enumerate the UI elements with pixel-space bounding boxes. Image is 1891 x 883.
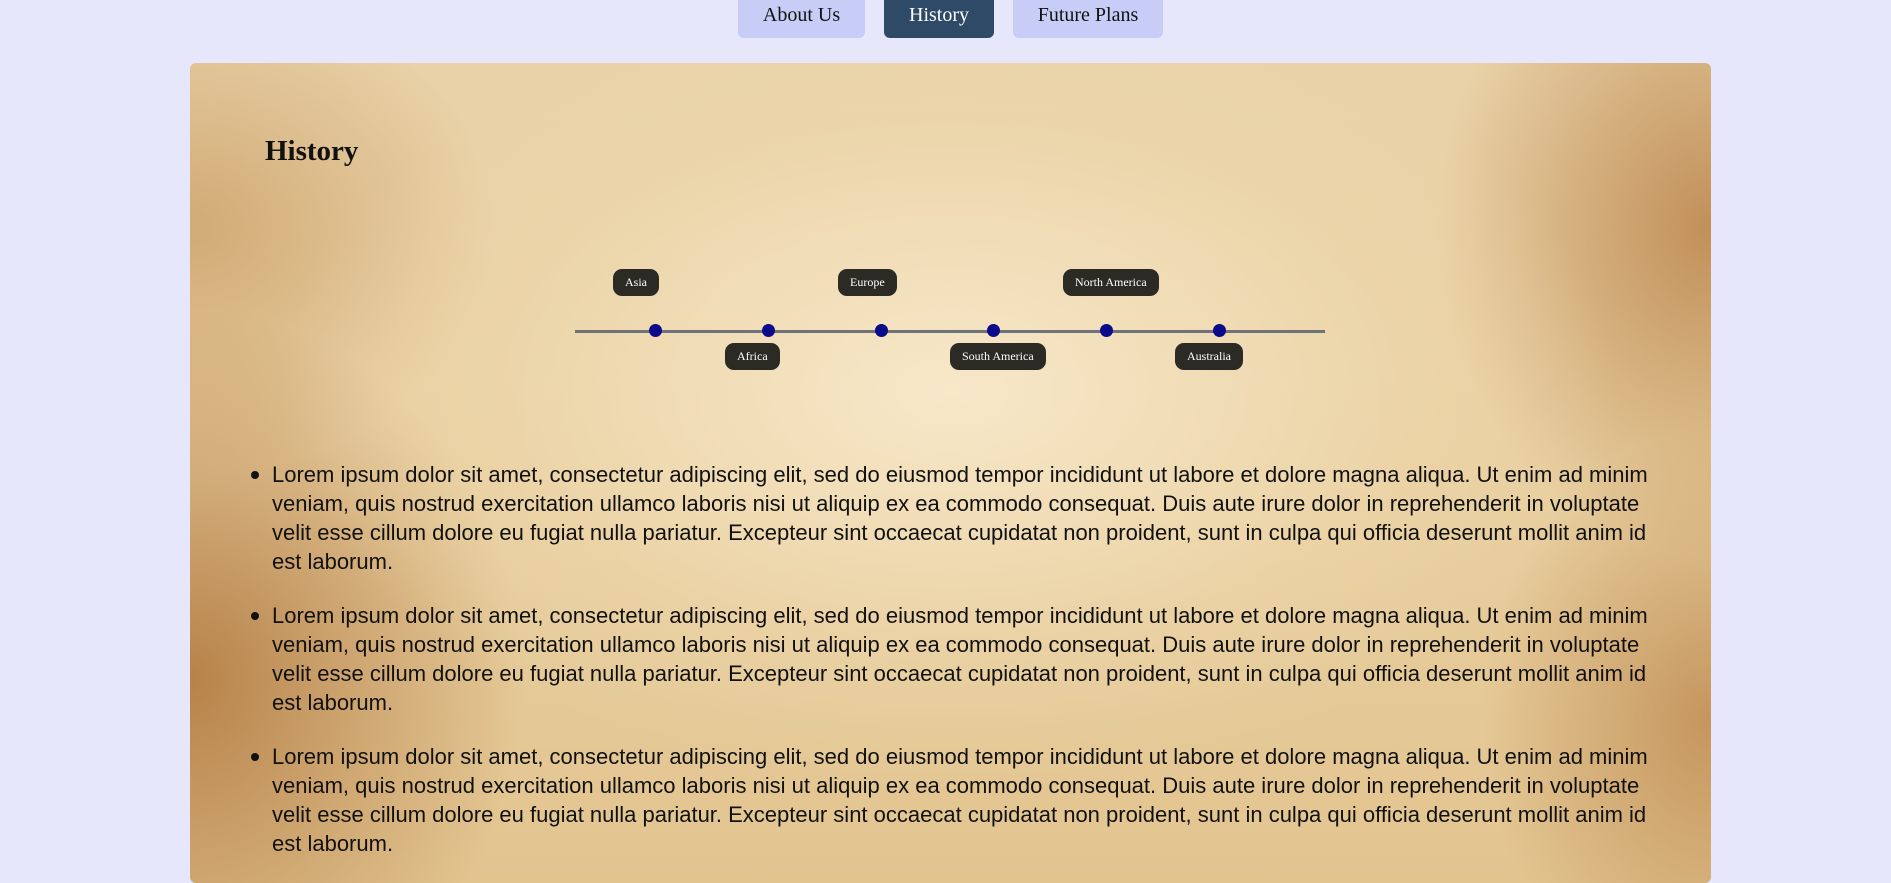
- timeline-dot-south-america[interactable]: [987, 324, 1000, 337]
- tab-history[interactable]: History: [884, 0, 994, 38]
- page-title: History: [265, 135, 359, 167]
- timeline-dot-australia[interactable]: [1213, 324, 1226, 337]
- list-item-text: Lorem ipsum dolor sit amet, consectetur …: [272, 462, 1648, 574]
- bullet-icon: [251, 612, 259, 620]
- timeline: Asia Africa Europe South America North A…: [575, 223, 1325, 383]
- top-nav: About Us History Future Plans: [0, 0, 1891, 40]
- timeline-label-australia: Australia: [1175, 343, 1243, 370]
- list-item: Lorem ipsum dolor sit amet, consectetur …: [251, 460, 1652, 576]
- list-item: Lorem ipsum dolor sit amet, consectetur …: [251, 742, 1652, 858]
- timeline-label-europe: Europe: [838, 269, 897, 296]
- timeline-dot-africa[interactable]: [762, 324, 775, 337]
- list-item-text: Lorem ipsum dolor sit amet, consectetur …: [272, 603, 1648, 715]
- list-item: Lorem ipsum dolor sit amet, consectetur …: [251, 601, 1652, 717]
- list-item-text: Lorem ipsum dolor sit amet, consectetur …: [272, 744, 1648, 856]
- tab-about-us[interactable]: About Us: [738, 0, 865, 38]
- timeline-label-asia: Asia: [613, 269, 659, 296]
- timeline-label-africa: Africa: [725, 343, 780, 370]
- history-list: Lorem ipsum dolor sit amet, consectetur …: [251, 460, 1652, 883]
- timeline-dot-asia[interactable]: [649, 324, 662, 337]
- bullet-icon: [251, 753, 259, 761]
- timeline-label-north-america: North America: [1063, 269, 1159, 296]
- bullet-icon: [251, 471, 259, 479]
- tab-future-plans[interactable]: Future Plans: [1013, 0, 1163, 38]
- timeline-dot-europe[interactable]: [875, 324, 888, 337]
- timeline-dot-north-america[interactable]: [1100, 324, 1113, 337]
- timeline-label-south-america: South America: [950, 343, 1046, 370]
